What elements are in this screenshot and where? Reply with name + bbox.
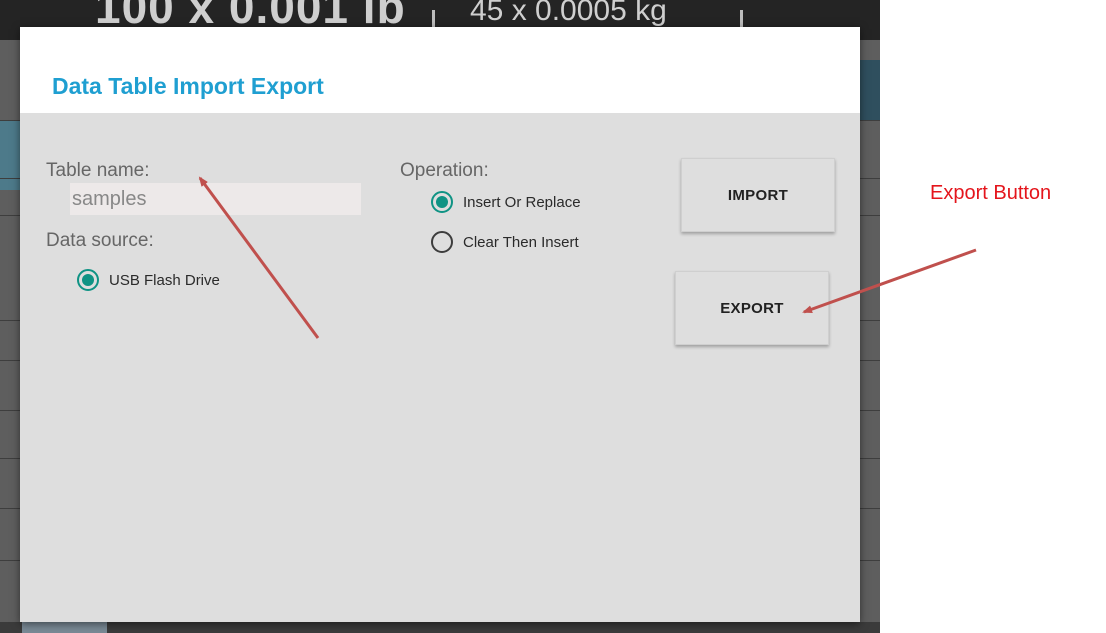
dialog-header: Data Table Import Export bbox=[20, 27, 860, 113]
import-export-dialog: Data Table Import Export Table name: Dat… bbox=[20, 27, 860, 622]
radio-label: Insert Or Replace bbox=[463, 193, 581, 211]
radio-unchecked-icon bbox=[431, 231, 453, 253]
table-name-label: Table name: bbox=[46, 160, 150, 181]
radio-label: Clear Then Insert bbox=[463, 233, 579, 251]
radio-insert-or-replace[interactable]: Insert Or Replace bbox=[431, 191, 581, 213]
background-capacity-kg: 45 x 0.0005 kg bbox=[470, 0, 667, 27]
export-button-callout: Export Button bbox=[930, 182, 1052, 204]
background-bottom-bar bbox=[0, 622, 880, 633]
operation-label: Operation: bbox=[400, 160, 489, 181]
background-panel-edge bbox=[858, 60, 880, 120]
radio-checked-icon bbox=[77, 269, 99, 291]
background-panel-edge bbox=[0, 120, 20, 190]
radio-label: USB Flash Drive bbox=[109, 271, 220, 289]
export-button[interactable]: EXPORT bbox=[675, 271, 829, 345]
radio-clear-then-insert[interactable]: Clear Then Insert bbox=[431, 231, 579, 253]
table-name-input[interactable] bbox=[70, 183, 361, 215]
radio-usb-flash-drive[interactable]: USB Flash Drive bbox=[77, 269, 220, 291]
radio-checked-icon bbox=[431, 191, 453, 213]
data-source-label: Data source: bbox=[46, 230, 154, 251]
dialog-title: Data Table Import Export bbox=[52, 73, 324, 99]
background-bottom-tab bbox=[22, 622, 107, 633]
import-button[interactable]: IMPORT bbox=[681, 158, 835, 232]
